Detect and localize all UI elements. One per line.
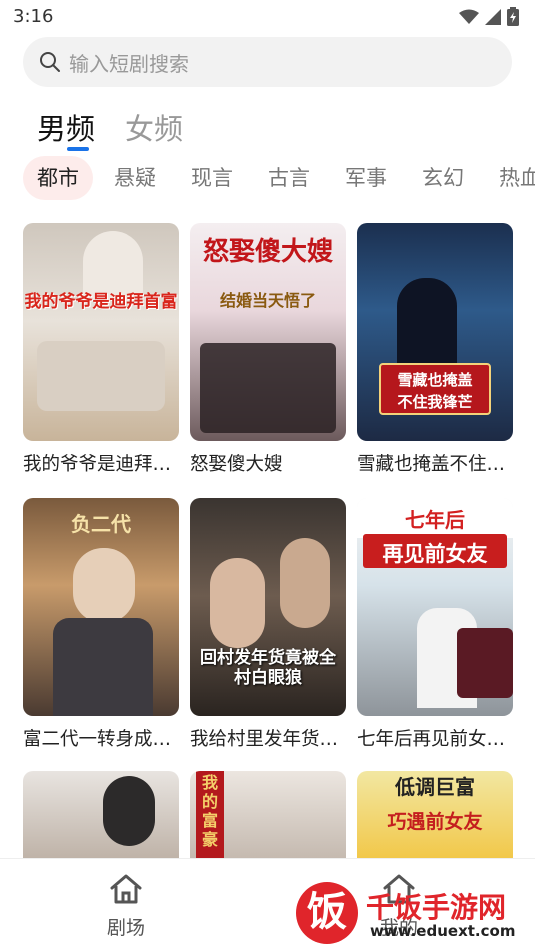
drama-card[interactable]: 我的爷爷是迪拜首富 我的爷爷是迪拜…: [23, 223, 179, 476]
category-row: 都市 悬疑 现言 古言 军事 玄幻 热血: [23, 156, 535, 200]
drama-card[interactable]: 负二代 富二代一转身成…: [23, 498, 179, 751]
signal-icon: [485, 8, 501, 25]
cover-title-text: 雪藏也掩盖: [397, 371, 473, 389]
drama-cover: 七年后 再见前女友: [357, 498, 513, 716]
watermark-logo: 饭: [296, 882, 358, 944]
gender-tabs: 男频 女频: [37, 106, 183, 151]
category-chip-rexue[interactable]: 热血: [485, 156, 535, 200]
category-chip-xuanhuan[interactable]: 玄幻: [408, 156, 478, 200]
search-placeholder: 输入短剧搜索: [69, 51, 189, 76]
watermark: 饭 千饭手游网 www.eduext.com: [296, 880, 531, 946]
cover-title-text: 七年后: [405, 508, 465, 532]
tab-male-label: 男频: [37, 112, 96, 146]
category-chip-guyan[interactable]: 古言: [254, 156, 324, 200]
drama-title: 怒娶傻大嫂: [190, 454, 283, 475]
status-time: 3:16: [13, 6, 54, 27]
drama-title: 富二代一转身成…: [23, 729, 172, 750]
watermark-brand: 千饭手游网: [366, 891, 507, 924]
drama-cover: 低调巨富 巧遇前女友: [357, 771, 513, 858]
drama-card[interactable]: 怒娶傻大嫂 结婚当天悟了 怒娶傻大嫂: [190, 223, 346, 476]
watermark-url: www.eduext.com: [370, 922, 516, 940]
drama-cover: 回村发年货竟被全村白眼狼: [190, 498, 346, 716]
cover-title-text: 怒娶傻大嫂: [202, 237, 333, 267]
cover-title-text: 我的爷爷是迪拜首富: [24, 292, 178, 312]
cover-subtitle-text: 巧遇前女友: [387, 811, 483, 833]
drama-title: 我的爷爷是迪拜…: [23, 454, 172, 475]
drama-title: 七年后再见前女…: [357, 729, 506, 750]
nav-item-theater[interactable]: 剧场: [107, 873, 145, 940]
drama-card[interactable]: [23, 771, 179, 858]
drama-card[interactable]: 低调巨富 巧遇前女友: [357, 771, 513, 858]
drama-card[interactable]: 七年后 再见前女友 七年后再见前女…: [357, 498, 513, 751]
tab-female[interactable]: 女频: [125, 106, 183, 148]
status-icons: [459, 7, 519, 26]
drama-cover: 我的富豪: [190, 771, 346, 858]
cover-subtitle-text: 再见前女友: [382, 542, 488, 566]
cover-subtitle-text: 结婚当天悟了: [219, 291, 316, 310]
tab-female-label: 女频: [125, 112, 184, 146]
category-chip-xuanyi[interactable]: 悬疑: [100, 156, 170, 200]
status-bar: 3:16: [0, 0, 535, 34]
active-tab-indicator: [67, 147, 89, 151]
drama-card[interactable]: 回村发年货竟被全村白眼狼 我给村里发年货…: [190, 498, 346, 751]
drama-cover: [23, 771, 179, 858]
search-icon: [40, 52, 60, 72]
battery-icon: [507, 7, 519, 26]
drama-title: 雪藏也掩盖不住…: [357, 454, 506, 475]
drama-cover: 雪藏也掩盖 不住我锋芒: [357, 223, 513, 441]
nav-label-theater: 剧场: [107, 917, 146, 939]
drama-cover: 我的爷爷是迪拜首富: [23, 223, 179, 441]
drama-card[interactable]: 我的富豪: [190, 771, 346, 858]
category-chip-xianyan[interactable]: 现言: [177, 156, 247, 200]
drama-title: 我给村里发年货…: [190, 729, 339, 750]
cover-title-text: 低调巨富: [395, 775, 475, 799]
category-chip-junshi[interactable]: 军事: [331, 156, 401, 200]
cover-title-text: 负二代: [71, 512, 131, 536]
category-chip-dushi[interactable]: 都市: [23, 156, 93, 200]
cover-subtitle-text: 不住我锋芒: [397, 393, 473, 411]
drama-cover: 负二代: [23, 498, 179, 716]
drama-card[interactable]: 雪藏也掩盖 不住我锋芒 雪藏也掩盖不住…: [357, 223, 513, 476]
cover-title-text: 我的富豪: [201, 773, 218, 849]
wifi-icon: [459, 9, 479, 24]
tab-male[interactable]: 男频: [37, 106, 96, 151]
cover-title-text: 回村发年货竟被全村白眼狼: [200, 648, 336, 688]
search-input[interactable]: 输入短剧搜索: [23, 37, 512, 87]
home-icon: [110, 874, 142, 904]
drama-cover: 怒娶傻大嫂 结婚当天悟了: [190, 223, 346, 441]
